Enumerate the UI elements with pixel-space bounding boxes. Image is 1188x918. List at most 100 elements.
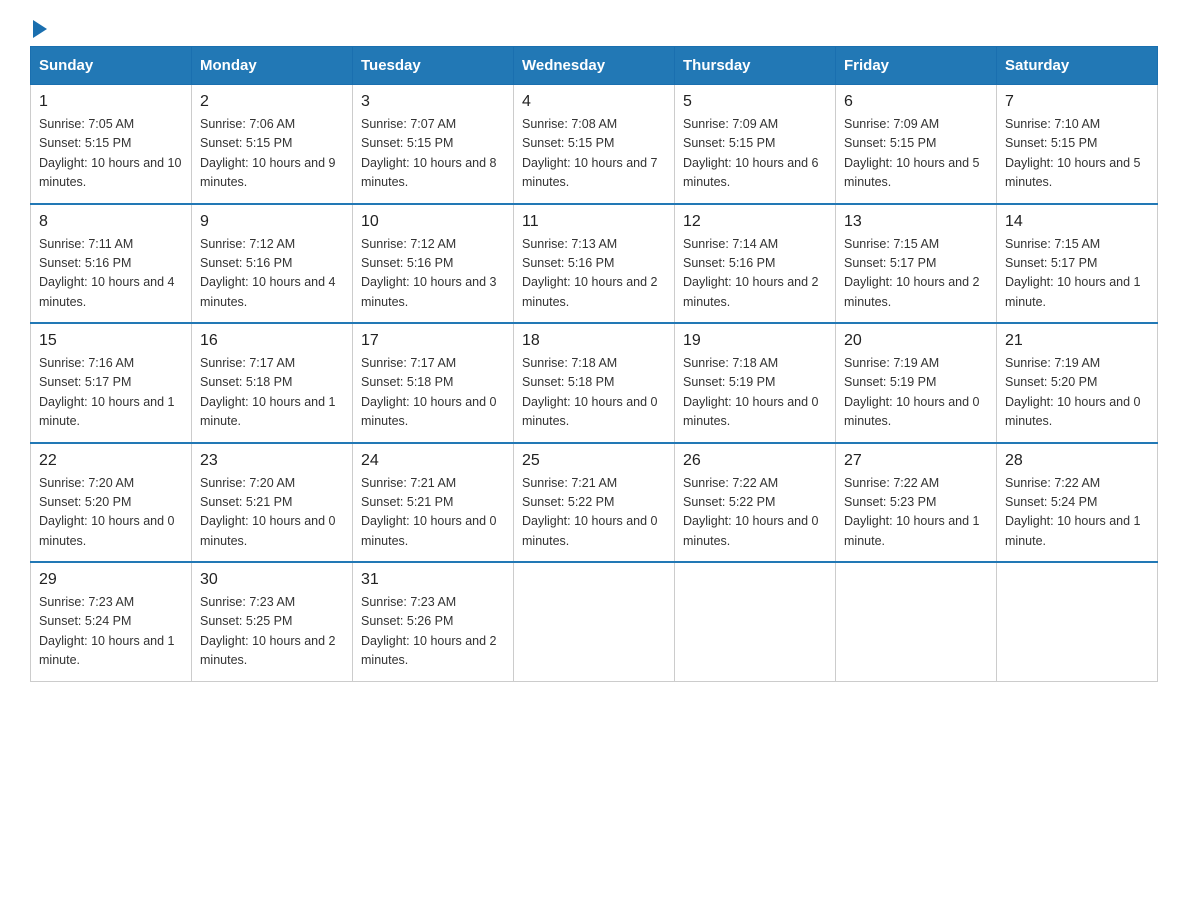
- calendar-cell: 10 Sunrise: 7:12 AMSunset: 5:16 PMDaylig…: [353, 204, 514, 324]
- day-number: 2: [200, 93, 344, 111]
- calendar-cell: 4 Sunrise: 7:08 AMSunset: 5:15 PMDayligh…: [514, 85, 675, 204]
- day-info: Sunrise: 7:10 AMSunset: 5:15 PMDaylight:…: [1005, 117, 1141, 189]
- day-number: 3: [361, 93, 505, 111]
- day-info: Sunrise: 7:16 AMSunset: 5:17 PMDaylight:…: [39, 356, 175, 428]
- calendar-cell: [997, 562, 1158, 681]
- calendar-cell: 2 Sunrise: 7:06 AMSunset: 5:15 PMDayligh…: [192, 85, 353, 204]
- day-info: Sunrise: 7:22 AMSunset: 5:22 PMDaylight:…: [683, 476, 819, 548]
- calendar-cell: 22 Sunrise: 7:20 AMSunset: 5:20 PMDaylig…: [31, 443, 192, 563]
- day-number: 18: [522, 332, 666, 350]
- day-number: 19: [683, 332, 827, 350]
- day-number: 7: [1005, 93, 1149, 111]
- calendar-cell: 12 Sunrise: 7:14 AMSunset: 5:16 PMDaylig…: [675, 204, 836, 324]
- day-header-monday: Monday: [192, 47, 353, 85]
- days-header-row: SundayMondayTuesdayWednesdayThursdayFrid…: [31, 47, 1158, 85]
- day-info: Sunrise: 7:17 AMSunset: 5:18 PMDaylight:…: [200, 356, 336, 428]
- calendar-cell: [836, 562, 997, 681]
- day-number: 29: [39, 571, 183, 589]
- calendar-cell: 29 Sunrise: 7:23 AMSunset: 5:24 PMDaylig…: [31, 562, 192, 681]
- calendar-cell: 15 Sunrise: 7:16 AMSunset: 5:17 PMDaylig…: [31, 323, 192, 443]
- calendar-cell: 7 Sunrise: 7:10 AMSunset: 5:15 PMDayligh…: [997, 85, 1158, 204]
- calendar-week-4: 22 Sunrise: 7:20 AMSunset: 5:20 PMDaylig…: [31, 443, 1158, 563]
- calendar-cell: 18 Sunrise: 7:18 AMSunset: 5:18 PMDaylig…: [514, 323, 675, 443]
- calendar-cell: 8 Sunrise: 7:11 AMSunset: 5:16 PMDayligh…: [31, 204, 192, 324]
- day-number: 31: [361, 571, 505, 589]
- calendar-cell: 6 Sunrise: 7:09 AMSunset: 5:15 PMDayligh…: [836, 85, 997, 204]
- day-header-thursday: Thursday: [675, 47, 836, 85]
- day-number: 13: [844, 213, 988, 231]
- calendar-cell: [514, 562, 675, 681]
- calendar-header: SundayMondayTuesdayWednesdayThursdayFrid…: [31, 47, 1158, 85]
- calendar-cell: 23 Sunrise: 7:20 AMSunset: 5:21 PMDaylig…: [192, 443, 353, 563]
- day-number: 11: [522, 213, 666, 231]
- calendar-week-3: 15 Sunrise: 7:16 AMSunset: 5:17 PMDaylig…: [31, 323, 1158, 443]
- day-info: Sunrise: 7:09 AMSunset: 5:15 PMDaylight:…: [844, 117, 980, 189]
- calendar-cell: 9 Sunrise: 7:12 AMSunset: 5:16 PMDayligh…: [192, 204, 353, 324]
- day-number: 9: [200, 213, 344, 231]
- calendar-cell: 17 Sunrise: 7:17 AMSunset: 5:18 PMDaylig…: [353, 323, 514, 443]
- calendar-cell: 26 Sunrise: 7:22 AMSunset: 5:22 PMDaylig…: [675, 443, 836, 563]
- day-number: 22: [39, 452, 183, 470]
- calendar-cell: 19 Sunrise: 7:18 AMSunset: 5:19 PMDaylig…: [675, 323, 836, 443]
- logo-arrow-icon: [33, 20, 47, 38]
- day-number: 17: [361, 332, 505, 350]
- day-info: Sunrise: 7:22 AMSunset: 5:23 PMDaylight:…: [844, 476, 980, 548]
- day-info: Sunrise: 7:15 AMSunset: 5:17 PMDaylight:…: [1005, 237, 1141, 309]
- day-number: 10: [361, 213, 505, 231]
- day-info: Sunrise: 7:09 AMSunset: 5:15 PMDaylight:…: [683, 117, 819, 189]
- calendar-cell: 11 Sunrise: 7:13 AMSunset: 5:16 PMDaylig…: [514, 204, 675, 324]
- day-info: Sunrise: 7:12 AMSunset: 5:16 PMDaylight:…: [200, 237, 336, 309]
- calendar-cell: 31 Sunrise: 7:23 AMSunset: 5:26 PMDaylig…: [353, 562, 514, 681]
- day-number: 14: [1005, 213, 1149, 231]
- calendar-cell: 24 Sunrise: 7:21 AMSunset: 5:21 PMDaylig…: [353, 443, 514, 563]
- day-info: Sunrise: 7:23 AMSunset: 5:26 PMDaylight:…: [361, 595, 497, 667]
- day-info: Sunrise: 7:14 AMSunset: 5:16 PMDaylight:…: [683, 237, 819, 309]
- day-info: Sunrise: 7:22 AMSunset: 5:24 PMDaylight:…: [1005, 476, 1141, 548]
- day-number: 27: [844, 452, 988, 470]
- day-info: Sunrise: 7:23 AMSunset: 5:24 PMDaylight:…: [39, 595, 175, 667]
- calendar-cell: 21 Sunrise: 7:19 AMSunset: 5:20 PMDaylig…: [997, 323, 1158, 443]
- calendar-week-1: 1 Sunrise: 7:05 AMSunset: 5:15 PMDayligh…: [31, 85, 1158, 204]
- calendar-week-5: 29 Sunrise: 7:23 AMSunset: 5:24 PMDaylig…: [31, 562, 1158, 681]
- day-info: Sunrise: 7:08 AMSunset: 5:15 PMDaylight:…: [522, 117, 658, 189]
- day-info: Sunrise: 7:18 AMSunset: 5:18 PMDaylight:…: [522, 356, 658, 428]
- calendar-cell: 5 Sunrise: 7:09 AMSunset: 5:15 PMDayligh…: [675, 85, 836, 204]
- day-header-sunday: Sunday: [31, 47, 192, 85]
- day-info: Sunrise: 7:11 AMSunset: 5:16 PMDaylight:…: [39, 237, 175, 309]
- calendar-week-2: 8 Sunrise: 7:11 AMSunset: 5:16 PMDayligh…: [31, 204, 1158, 324]
- day-number: 30: [200, 571, 344, 589]
- day-header-saturday: Saturday: [997, 47, 1158, 85]
- day-info: Sunrise: 7:07 AMSunset: 5:15 PMDaylight:…: [361, 117, 497, 189]
- day-number: 20: [844, 332, 988, 350]
- day-number: 5: [683, 93, 827, 111]
- calendar-cell: 25 Sunrise: 7:21 AMSunset: 5:22 PMDaylig…: [514, 443, 675, 563]
- day-number: 1: [39, 93, 183, 111]
- logo: [30, 20, 47, 36]
- calendar-cell: 16 Sunrise: 7:17 AMSunset: 5:18 PMDaylig…: [192, 323, 353, 443]
- day-header-tuesday: Tuesday: [353, 47, 514, 85]
- day-header-friday: Friday: [836, 47, 997, 85]
- day-number: 6: [844, 93, 988, 111]
- day-info: Sunrise: 7:20 AMSunset: 5:21 PMDaylight:…: [200, 476, 336, 548]
- day-info: Sunrise: 7:15 AMSunset: 5:17 PMDaylight:…: [844, 237, 980, 309]
- day-info: Sunrise: 7:12 AMSunset: 5:16 PMDaylight:…: [361, 237, 497, 309]
- day-info: Sunrise: 7:19 AMSunset: 5:20 PMDaylight:…: [1005, 356, 1141, 428]
- day-info: Sunrise: 7:17 AMSunset: 5:18 PMDaylight:…: [361, 356, 497, 428]
- calendar-cell: 14 Sunrise: 7:15 AMSunset: 5:17 PMDaylig…: [997, 204, 1158, 324]
- day-number: 21: [1005, 332, 1149, 350]
- day-info: Sunrise: 7:21 AMSunset: 5:21 PMDaylight:…: [361, 476, 497, 548]
- calendar-cell: 30 Sunrise: 7:23 AMSunset: 5:25 PMDaylig…: [192, 562, 353, 681]
- day-number: 15: [39, 332, 183, 350]
- calendar-cell: 3 Sunrise: 7:07 AMSunset: 5:15 PMDayligh…: [353, 85, 514, 204]
- calendar-body: 1 Sunrise: 7:05 AMSunset: 5:15 PMDayligh…: [31, 85, 1158, 682]
- calendar-table: SundayMondayTuesdayWednesdayThursdayFrid…: [30, 46, 1158, 682]
- calendar-cell: 28 Sunrise: 7:22 AMSunset: 5:24 PMDaylig…: [997, 443, 1158, 563]
- day-info: Sunrise: 7:05 AMSunset: 5:15 PMDaylight:…: [39, 117, 181, 189]
- calendar-cell: 27 Sunrise: 7:22 AMSunset: 5:23 PMDaylig…: [836, 443, 997, 563]
- day-number: 16: [200, 332, 344, 350]
- day-number: 28: [1005, 452, 1149, 470]
- calendar-cell: 1 Sunrise: 7:05 AMSunset: 5:15 PMDayligh…: [31, 85, 192, 204]
- calendar-cell: 20 Sunrise: 7:19 AMSunset: 5:19 PMDaylig…: [836, 323, 997, 443]
- day-number: 26: [683, 452, 827, 470]
- page-header: [30, 20, 1158, 36]
